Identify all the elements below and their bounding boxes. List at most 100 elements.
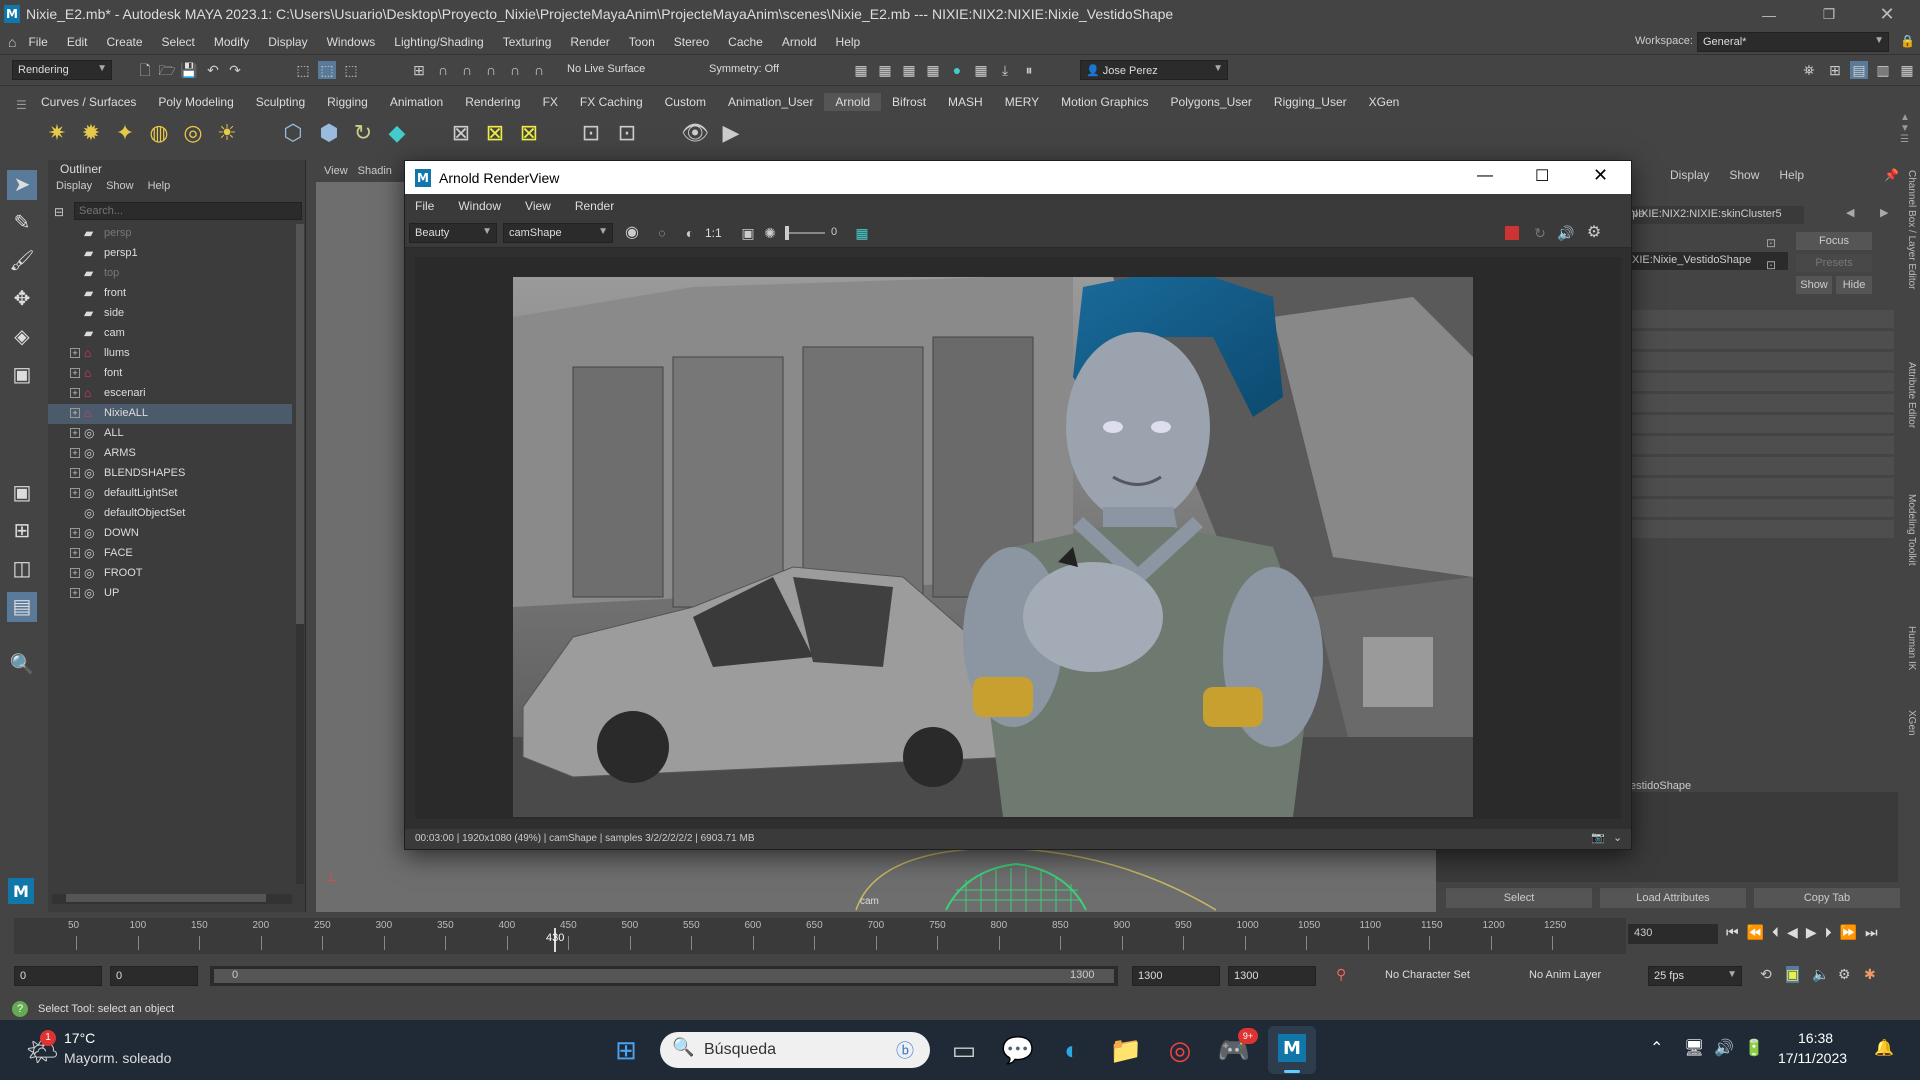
attribute-select-button[interactable]: Select [1446,888,1592,908]
select-hierarchy-icon[interactable]: ⬚ [294,61,312,79]
anim-layer-dropdown[interactable]: No Anim Layer [1524,966,1624,986]
snap-live-icon[interactable]: ∩ [530,61,548,79]
outliner-item[interactable]: ▰ cam [48,324,292,344]
tx-manager-icon[interactable]: ⊡ [576,118,606,148]
shelf-menu-icon[interactable]: ☰ [16,98,27,112]
renderview-menu-render[interactable]: Render [575,199,614,213]
hide-button[interactable]: Hide [1836,276,1872,294]
menu-item-render[interactable]: Render [570,35,609,49]
anim-prefs-icon[interactable]: ✱ [1864,966,1876,983]
file-explorer-icon[interactable]: 📁 [1106,1030,1146,1070]
settings-gear-icon[interactable]: ⚙ [1585,224,1603,242]
menu-item-display[interactable]: Display [268,35,307,49]
clock-time[interactable]: 16:38 [1798,1030,1833,1046]
shelf-tab-animation[interactable]: Animation [379,93,454,111]
attribute-menu-show[interactable]: Show [1729,168,1759,182]
lasso-tool-icon[interactable]: ✎ [7,208,37,238]
chrome-icon[interactable]: ◎ [1160,1030,1200,1070]
cache-icon[interactable]: ▣ [1786,966,1800,983]
auto-key-icon[interactable]: ⚲ [1336,966,1346,983]
two-view-icon[interactable]: ◫ [7,554,37,584]
focus-button[interactable]: Focus [1796,232,1872,250]
menu-item-texturing[interactable]: Texturing [503,35,552,49]
outliner-menu-display[interactable]: Display [56,180,92,192]
current-frame-field[interactable]: 430 [1628,924,1718,944]
close-button[interactable]: ✕ [1864,0,1910,29]
undo-icon[interactable]: ↶ [204,61,222,79]
layout-toolkit-icon[interactable]: ▥ [1874,61,1892,79]
outliner-hscrollbar[interactable] [52,894,292,904]
playback-settings-icon[interactable]: ⚙ [1838,966,1851,983]
step-back-icon[interactable]: ⏴ [1772,924,1779,941]
flush-cache-icon[interactable]: ⊠ [446,118,476,148]
outliner-item[interactable]: ▰ top [48,264,292,284]
side-tab[interactable]: XGen [1906,710,1917,736]
filter-icon[interactable]: ⊟ [54,205,64,219]
menu-item-help[interactable]: Help [836,35,861,49]
chevron-right-icon[interactable]: ▶ [1880,206,1888,219]
maximize-button[interactable]: ❐ [1806,0,1852,29]
chevron-up-icon[interactable]: ⌃ [1650,1038,1663,1058]
render-current-icon[interactable]: ▦ [852,61,870,79]
layout-channel-icon[interactable]: ⊞ [1826,61,1844,79]
physical-sky-icon[interactable]: ☀ [212,118,242,148]
render-view-icon[interactable]: ▦ [972,61,990,79]
show-button[interactable]: Show [1796,276,1832,294]
camera-dropdown[interactable]: camShape ▼ [503,223,613,243]
outliner-menu-show[interactable]: Show [106,180,134,192]
pause-icon[interactable]: ⏸ [1020,61,1038,79]
side-tab[interactable]: Attribute Editor [1906,362,1917,428]
exposure-slider[interactable] [785,226,825,240]
snapshot-icon[interactable]: 📷 [1591,831,1605,844]
pin-icon[interactable]: 📌 [1884,168,1899,182]
shelf-tab-polymodeling[interactable]: Poly Modeling [147,93,244,111]
viewport-menu-view[interactable]: View [324,165,348,177]
select-tool-icon[interactable]: ➤ [7,170,37,200]
area-light-icon[interactable]: ✷ [42,118,72,148]
open-scene-icon[interactable]: 🗁 [158,61,176,79]
attribute-tab[interactable]: NIXIE:NIX2:NIXIE:skinCluster5 [1624,206,1804,224]
render-sequence-icon[interactable]: ⤓ [996,61,1014,79]
menuset-dropdown[interactable]: Rendering ▼ [12,60,112,80]
outliner-layout-icon[interactable]: ▤ [7,592,37,622]
symmetry-dropdown[interactable]: Symmetry: Off [704,60,804,80]
outliner-item[interactable]: + ⌂ llums [48,344,292,364]
menu-item-arnold[interactable]: Arnold [782,35,817,49]
layout-outliner-icon[interactable]: ▦ [1898,61,1916,79]
notification-bell-icon[interactable]: 🔔 [1874,1038,1894,1058]
expand-icon[interactable]: + [70,588,80,598]
loop-icon[interactable]: ⟲ [1760,966,1772,983]
outliner-item[interactable]: + ◎ FACE [48,544,292,564]
outliner-item[interactable]: ▰ side [48,304,292,324]
shelf-tab-polygonsuser[interactable]: Polygons_User [1160,93,1263,111]
expand-icon[interactable]: + [70,448,80,458]
workspace-dropdown[interactable]: General* ▼ [1697,32,1889,52]
expand-icon[interactable]: + [70,528,80,538]
new-scene-icon[interactable]: 🗋 [136,61,154,79]
rgb-icon[interactable]: ◌ [653,224,671,242]
outliner-item[interactable]: + ◎ ALL [48,424,292,444]
home-icon[interactable]: ⌂ [8,34,16,50]
network-icon[interactable]: 🖥 [1684,1038,1704,1058]
notes-icon[interactable]: ⊡ [1766,258,1776,272]
outliner-item[interactable]: + ◎ FROOT [48,564,292,584]
lut-icon[interactable]: ▦ [853,224,871,242]
render-settings-icon[interactable]: ▦ [900,61,918,79]
outliner-item[interactable]: ▰ persp1 [48,244,292,264]
expand-icon[interactable]: + [70,548,80,558]
battery-icon[interactable]: 🔋 [1744,1038,1764,1058]
live-surface-field[interactable]: No Live Surface [562,60,678,80]
outliner-item[interactable]: + ◎ ARMS [48,444,292,464]
mesh-light-icon[interactable]: ✹ [76,118,106,148]
expand-icon[interactable]: ⌄ [1613,831,1622,844]
layout-attribute-icon[interactable]: ▤ [1850,61,1868,79]
outliner-item[interactable]: + ⌂ NixieALL [48,404,292,424]
photometric-light-icon[interactable]: ✦ [110,118,140,148]
shelf-tab-mery[interactable]: MERY [994,93,1050,111]
goto-start-icon[interactable]: ⏮ [1726,924,1739,941]
skydome-light-icon[interactable]: ◍ [144,118,174,148]
color-channel-icon[interactable]: ◉ [623,224,641,242]
shelf-tab-mash[interactable]: MASH [937,93,994,111]
viewport-menu-shading[interactable]: Shadin [358,165,392,177]
move-tool-icon[interactable]: ✥ [7,284,37,314]
